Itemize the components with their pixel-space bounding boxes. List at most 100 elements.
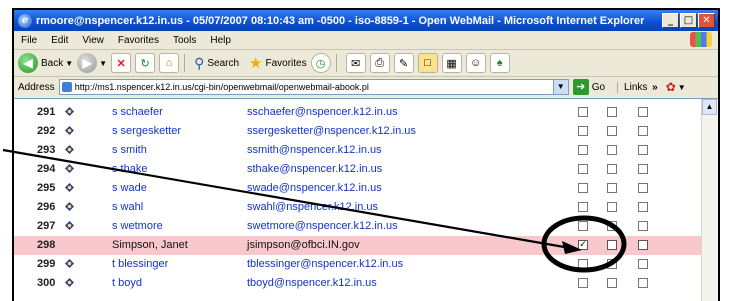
menu-tools[interactable]: Tools (166, 35, 203, 46)
stop-icon[interactable]: ✕ (111, 53, 132, 73)
contact-email-link[interactable]: swahl@nspencer.k12.in.us (247, 201, 378, 213)
close-button[interactable]: ✕ (698, 13, 715, 28)
contact-email-link[interactable]: ssmith@nspencer.k12.in.us (247, 144, 382, 156)
contact-name-link[interactable]: s wetmore (112, 220, 163, 232)
bcc-checkbox[interactable] (638, 221, 648, 231)
row-number: 291 (37, 106, 56, 118)
bcc-checkbox[interactable] (638, 107, 648, 117)
bcc-checkbox[interactable] (638, 259, 648, 269)
maximize-button[interactable]: □ (680, 13, 697, 28)
contact-name-link[interactable]: s sergesketter (112, 125, 181, 137)
menu-help[interactable]: Help (203, 35, 238, 46)
media-icon[interactable]: ♠ (489, 53, 510, 73)
cc-checkbox[interactable] (607, 107, 617, 117)
contact-email-link[interactable]: tboyd@nspencer.k12.in.us (247, 277, 377, 289)
to-checkbox[interactable] (578, 126, 588, 136)
bcc-checkbox[interactable] (638, 278, 648, 288)
to-checkbox[interactable]: ✓ (578, 240, 588, 250)
cc-checkbox[interactable] (607, 278, 617, 288)
contact-email-link[interactable]: swetmore@nspencer.k12.in.us (247, 220, 398, 232)
search-button[interactable]: ⚲ Search (194, 55, 239, 72)
extension-icon[interactable]: ✿ (666, 80, 676, 94)
research-icon[interactable]: ▦ (441, 53, 462, 73)
bcc-checkbox[interactable] (638, 145, 648, 155)
contact-email-link[interactable]: sschaefer@nspencer.k12.in.us (247, 106, 398, 118)
cc-checkbox[interactable] (607, 183, 617, 193)
to-checkbox[interactable] (578, 183, 588, 193)
bcc-checkbox[interactable] (638, 164, 648, 174)
contact-email-link[interactable]: jsimpson@ofbci.IN.gov (247, 239, 360, 251)
contact-icon (65, 164, 74, 173)
contact-name-link[interactable]: t boyd (112, 277, 142, 289)
chevron-down-icon[interactable]: ▼ (552, 80, 568, 94)
contact-name-link[interactable]: Simpson, Janet (112, 239, 188, 251)
contact-name-link[interactable]: t blessinger (112, 258, 168, 270)
links-label: Links (624, 81, 648, 93)
search-icon: ⚲ (194, 54, 205, 71)
history-icon[interactable]: ◷ (310, 53, 331, 73)
minimize-button[interactable]: _ (662, 13, 679, 28)
print-icon[interactable]: ⎙ (369, 53, 390, 73)
vertical-scrollbar[interactable]: ▲ (701, 99, 718, 301)
menu-favorites[interactable]: Favorites (111, 35, 166, 46)
to-checkbox[interactable] (578, 202, 588, 212)
bcc-checkbox[interactable] (638, 202, 648, 212)
scroll-up-button[interactable]: ▲ (702, 99, 717, 115)
contact-icon (65, 202, 74, 211)
contact-icon (65, 278, 74, 287)
contact-email-link[interactable]: swade@nspencer.k12.in.us (247, 182, 382, 194)
go-button[interactable]: ➜ Go (572, 79, 605, 95)
chevron-down-icon: ▼ (99, 58, 108, 68)
bcc-checkbox[interactable] (638, 183, 648, 193)
address-input[interactable]: http://ms1.nspencer.k12.in.us/cgi-bin/op… (58, 79, 569, 95)
to-checkbox[interactable] (578, 107, 588, 117)
refresh-icon[interactable]: ↻ (135, 53, 156, 73)
contact-name-link[interactable]: s smith (112, 144, 147, 156)
chevron-right-icon: » (652, 81, 658, 93)
table-row: 291 s schaefer sschaefer@nspencer.k12.in.u… (14, 103, 701, 122)
chevron-down-icon[interactable]: ▼ (678, 83, 686, 92)
window-controls: _ □ ✕ (662, 13, 715, 28)
table-row: 297 s wetmore swetmore@nspencer.k12.in.us (14, 217, 701, 236)
forward-button[interactable]: ▶ ▼ (77, 53, 107, 73)
contact-name-link[interactable]: s wahl (112, 201, 143, 213)
menu-view[interactable]: View (75, 35, 111, 46)
cc-checkbox[interactable] (607, 202, 617, 212)
contact-name-link[interactable]: s schaefer (112, 106, 163, 118)
messenger-icon[interactable]: ☺ (465, 53, 486, 73)
contact-email-link[interactable]: ssergesketter@nspencer.k12.in.us (247, 125, 416, 137)
to-checkbox[interactable] (578, 259, 588, 269)
contact-icon (65, 221, 74, 230)
bcc-checkbox[interactable] (638, 240, 648, 250)
go-arrow-icon: ➜ (572, 79, 589, 95)
contact-name-link[interactable]: s wade (112, 182, 147, 194)
contact-icon (65, 107, 74, 116)
cc-checkbox[interactable] (607, 240, 617, 250)
cc-checkbox[interactable] (607, 221, 617, 231)
cc-checkbox[interactable] (607, 126, 617, 136)
back-button[interactable]: ◀ Back ▼ (18, 53, 73, 73)
menu-edit[interactable]: Edit (44, 35, 75, 46)
cc-checkbox[interactable] (607, 259, 617, 269)
bcc-checkbox[interactable] (638, 126, 648, 136)
mail-icon[interactable]: ✉ (345, 53, 366, 73)
contact-email-link[interactable]: sthake@nspencer.k12.in.us (247, 163, 382, 175)
contact-email-link[interactable]: tblessinger@nspencer.k12.in.us (247, 258, 403, 270)
menu-file[interactable]: File (14, 35, 44, 46)
favorites-button[interactable]: ★ Favorites (249, 54, 307, 72)
table-row: 292 s sergesketter ssergesketter@nspencer.… (14, 122, 701, 141)
to-checkbox[interactable] (578, 145, 588, 155)
home-icon[interactable]: ⌂ (159, 53, 180, 73)
edit-icon[interactable]: ✎ (393, 53, 414, 73)
title-bar[interactable]: e rmoore@nspencer.k12.in.us - 05/07/2007… (14, 10, 718, 31)
toolbar-separator (335, 54, 337, 72)
cc-checkbox[interactable] (607, 145, 617, 155)
links-button[interactable]: Links » (617, 81, 658, 93)
to-checkbox[interactable] (578, 221, 588, 231)
search-label: Search (207, 57, 240, 69)
contact-name-link[interactable]: s thake (112, 163, 147, 175)
to-checkbox[interactable] (578, 164, 588, 174)
cc-checkbox[interactable] (607, 164, 617, 174)
to-checkbox[interactable] (578, 278, 588, 288)
discuss-icon[interactable]: □ (417, 53, 438, 73)
